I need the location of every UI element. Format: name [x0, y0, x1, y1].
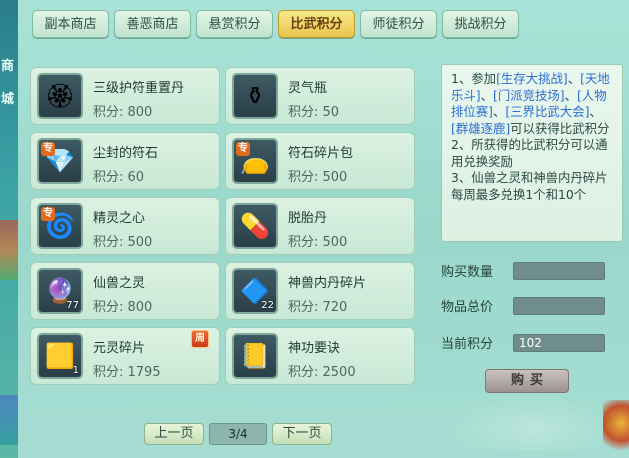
item-points: 积分: 60	[93, 170, 145, 185]
lotus-decoration	[443, 394, 623, 450]
vase-icon: ⚱	[232, 73, 278, 119]
shop-tabs: 副本商店 善恶商店 悬赏积分 比武积分 师徒积分 挑战积分	[32, 10, 519, 38]
item-name: 神兽内丹碎片	[288, 276, 367, 291]
weekly-limit-badge: 周	[191, 330, 209, 348]
exclusive-badge: 专	[41, 142, 55, 156]
item-card[interactable]: 🏵 三级护符重置丹 积分: 800	[30, 67, 220, 125]
prev-page-button[interactable]: 上一页	[144, 423, 204, 445]
item-quantity: 77	[66, 300, 79, 311]
item-name: 三级护符重置丹	[93, 81, 185, 96]
item-card[interactable]: 🔮 77 仙兽之灵 积分: 800	[30, 262, 220, 320]
gold-flower-talisman-icon: 🏵	[37, 73, 83, 119]
item-card[interactable]: 🌀 专 精灵之心 积分: 500	[30, 197, 220, 255]
side-text-1: 商	[1, 59, 15, 74]
side-text-2: 城	[1, 92, 15, 107]
page-indicator: 3/4	[209, 423, 267, 445]
next-page-button[interactable]: 下一页	[272, 423, 332, 445]
gem-stone-icon: 💎 专	[37, 138, 83, 184]
spirit-heart-icon: 🌀 专	[37, 203, 83, 249]
purple-crystal-icon: 🔷 22	[232, 268, 278, 314]
item-grid: 🏵 三级护符重置丹 积分: 800 ⚱ 灵气瓶 积分: 50 💎 专 尘封的符石…	[26, 60, 426, 392]
buy-button[interactable]: 购买	[485, 369, 569, 393]
item-name: 仙兽之灵	[93, 276, 146, 291]
corner-decoration	[603, 400, 629, 458]
rule-line-3: 3、仙兽之灵和神兽内丹碎片每周最多兑换1个和10个	[451, 170, 608, 202]
rule-line-2: 2、所获得的比武积分可以通用兑换奖励	[451, 137, 608, 169]
link-heroes-contest[interactable]: [群雄逐鹿]	[451, 121, 510, 136]
quantity-row: 购买数量	[441, 261, 605, 280]
item-points: 积分: 720	[288, 300, 348, 315]
link-survival-challenge[interactable]: [生存大挑战]	[496, 71, 568, 86]
tab-dungeon-shop[interactable]: 副本商店	[32, 10, 109, 38]
item-points: 积分: 500	[288, 170, 348, 185]
item-name: 神功要诀	[288, 341, 341, 356]
item-points: 积分: 800	[93, 105, 153, 120]
item-name: 脱胎丹	[288, 211, 328, 226]
gold-book-icon: 📒	[232, 333, 278, 379]
exclusive-badge: 专	[41, 207, 55, 221]
rules-description: 1、参加[生存大挑战]、[天地乐斗]、[门派竞技场]、[人物排位赛]、[三界比武…	[441, 64, 623, 242]
item-points: 积分: 1795	[93, 365, 161, 380]
total-price-value	[513, 296, 605, 315]
item-card[interactable]: ⚱ 灵气瓶 积分: 50	[225, 67, 415, 125]
blue-orb-icon: 🔮 77	[37, 268, 83, 314]
side-decoration-bottom	[0, 395, 18, 445]
item-name: 元灵碎片	[93, 341, 146, 356]
total-price-row: 物品总价	[441, 296, 605, 315]
item-quantity: 22	[261, 300, 274, 311]
item-points: 积分: 500	[93, 235, 153, 250]
current-points-row: 当前积分 102	[441, 333, 605, 352]
item-name: 符石碎片包	[288, 146, 354, 161]
item-card[interactable]: 💎 专 尘封的符石 积分: 60	[30, 132, 220, 190]
tab-mentor-points[interactable]: 师徒积分	[360, 10, 437, 38]
item-quantity: 1	[72, 365, 79, 376]
tab-karma-shop[interactable]: 善恶商店	[114, 10, 191, 38]
exclusive-badge: 专	[236, 142, 250, 156]
item-points: 积分: 500	[288, 235, 348, 250]
pagination: 上一页 3/4 下一页	[144, 423, 332, 445]
item-points: 积分: 50	[288, 105, 340, 120]
gold-shard-icon: 🟨 1	[37, 333, 83, 379]
red-pouch-icon: 👝 专	[232, 138, 278, 184]
item-name: 灵气瓶	[288, 81, 328, 96]
tab-bounty-points[interactable]: 悬赏积分	[196, 10, 273, 38]
link-sect-arena[interactable]: [门派竞技场]	[493, 88, 565, 103]
total-price-label: 物品总价	[441, 300, 494, 315]
current-points-value: 102	[513, 333, 605, 352]
quantity-label: 购买数量	[441, 265, 494, 280]
item-name: 尘封的符石	[93, 146, 159, 161]
link-martial-conference[interactable]: [三界比武大会]	[505, 104, 589, 119]
item-card[interactable]: 👝 专 符石碎片包 积分: 500	[225, 132, 415, 190]
current-points-label: 当前积分	[441, 337, 494, 352]
item-card[interactable]: 🔷 22 神兽内丹碎片 积分: 720	[225, 262, 415, 320]
item-card[interactable]: 📒 神功要诀 积分: 2500	[225, 327, 415, 385]
shop-panel: 副本商店 善恶商店 悬赏积分 比武积分 师徒积分 挑战积分 🏵 三级护符重置丹 …	[18, 0, 629, 458]
item-points: 积分: 2500	[288, 365, 356, 380]
left-side-strip: 商 城	[0, 0, 18, 458]
item-card[interactable]: 💊 脱胎丹 积分: 500	[225, 197, 415, 255]
side-decoration	[0, 220, 18, 280]
tab-challenge-points[interactable]: 挑战积分	[442, 10, 519, 38]
quantity-input[interactable]	[513, 261, 605, 280]
pill-icon: 💊	[232, 203, 278, 249]
item-points: 积分: 800	[93, 300, 153, 315]
tab-martial-points[interactable]: 比武积分	[278, 10, 355, 38]
item-name: 精灵之心	[93, 211, 146, 226]
